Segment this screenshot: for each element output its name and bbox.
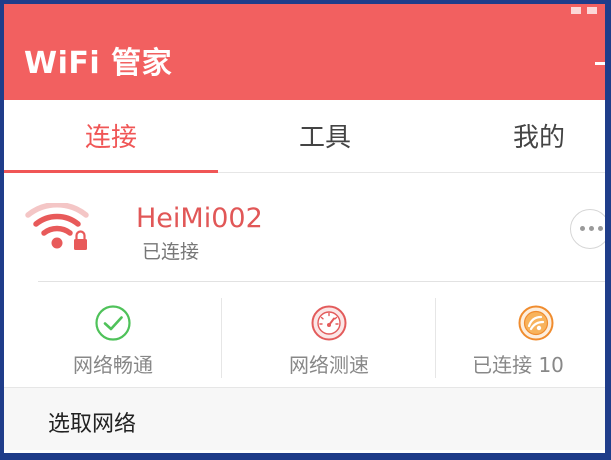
network-stats: 网络畅通 网络测速 已连接 10: [4, 282, 605, 387]
battery-icon: [587, 6, 597, 14]
stat-label: 网络测速: [289, 353, 369, 377]
tab-mine[interactable]: 我的: [432, 100, 605, 172]
stat-network-ok[interactable]: 网络畅通: [4, 282, 222, 387]
signal-icon: [571, 6, 581, 14]
stat-connected-devices[interactable]: 已连接 10: [436, 282, 605, 387]
current-connection-card[interactable]: HeiMi002 已连接: [4, 173, 605, 283]
choose-network-section: 选取网络: [4, 387, 605, 450]
more-button[interactable]: [570, 209, 605, 249]
tab-bar: 连接 工具 我的: [4, 100, 605, 173]
status-icons: [571, 4, 597, 16]
stat-label: 已连接 10: [472, 353, 564, 377]
tab-tools[interactable]: 工具: [218, 100, 432, 172]
wifi-locked-icon: [25, 203, 89, 250]
section-title: 选取网络: [48, 412, 137, 437]
tab-connect[interactable]: 连接: [4, 100, 218, 172]
more-dots-icon: [580, 226, 603, 231]
check-circle-icon: [95, 305, 131, 341]
app-window: WiFi 管家 连接 工具 我的 HeiMi002 已连接 网络畅通 网络测速 …: [4, 4, 605, 453]
app-bar: WiFi 管家: [4, 16, 605, 100]
app-title: WiFi 管家: [24, 46, 173, 81]
menu-icon[interactable]: [595, 62, 605, 65]
speedometer-icon: [311, 305, 347, 341]
network-ssid: HeiMi002: [136, 203, 263, 234]
connected-devices-icon: [518, 305, 554, 341]
status-bar: [4, 4, 605, 16]
stat-speed-test[interactable]: 网络测速: [222, 282, 436, 387]
connection-status: 已连接: [142, 241, 200, 263]
stat-label: 网络畅通: [73, 353, 153, 377]
